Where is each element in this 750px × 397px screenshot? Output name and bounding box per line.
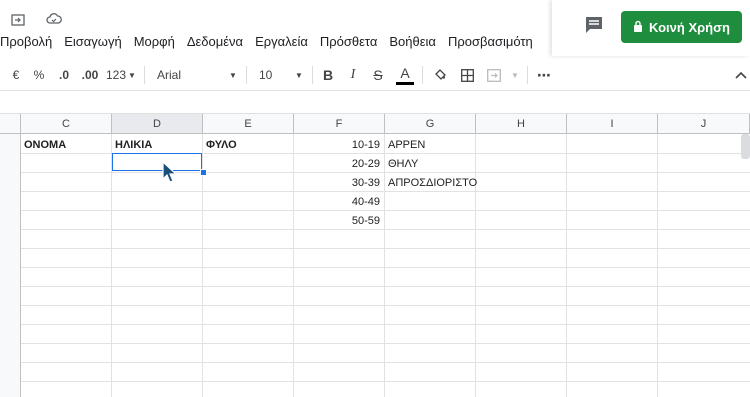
mouse-cursor-icon <box>162 160 178 188</box>
share-label: Κοινή Χρήση <box>649 19 730 35</box>
cloud-status-icon[interactable] <box>44 10 64 28</box>
text-color-bar <box>396 82 414 85</box>
menu-tools[interactable]: Εργαλεία <box>255 34 308 52</box>
share-button[interactable]: Κοινή Χρήση <box>621 11 742 43</box>
cell-gender[interactable]: ΑΡΡΕΝ <box>388 135 425 154</box>
cell-age-range[interactable]: 40-49 <box>294 192 380 211</box>
chevron-down-icon[interactable]: ▼ <box>228 71 238 80</box>
toolbar: € % .0 .00 123 ▼ Arial ▼ 10 ▼ B I S A ▼ … <box>0 60 750 91</box>
fill-color-icon[interactable] <box>432 68 448 82</box>
row-header-strip[interactable] <box>0 114 21 397</box>
menu-format[interactable]: Μορφή <box>134 34 175 52</box>
decrease-decimal-button[interactable]: .0 <box>57 68 71 82</box>
percent-format-button[interactable]: % <box>33 68 45 82</box>
menu-view[interactable]: Προβολή <box>0 34 52 52</box>
grid-line <box>384 134 385 397</box>
chevron-down-icon[interactable]: ▼ <box>127 71 137 80</box>
selected-cell-d2[interactable] <box>112 153 202 171</box>
chevron-down-icon[interactable]: ▼ <box>294 71 304 80</box>
menu-bar: Προβολή Εισαγωγή Μορφή Δεδομένα Εργαλεία… <box>0 34 545 52</box>
grid-line <box>21 381 750 382</box>
menu-help[interactable]: Βοήθεια <box>389 34 436 52</box>
grid-line <box>21 286 750 287</box>
grid-line <box>566 134 567 397</box>
increase-decimal-button[interactable]: .00 <box>80 68 100 82</box>
share-panel: Κοινή Χρήση <box>552 0 750 56</box>
grid-line <box>21 362 750 363</box>
toolbar-divider <box>527 66 528 84</box>
menu-accessibility[interactable]: Προσβασιμότη <box>448 34 533 52</box>
grid-line <box>657 134 658 397</box>
column-header-c[interactable]: C <box>21 114 112 134</box>
cell-e1-gender-header[interactable]: ΦΥΛΟ <box>206 135 237 154</box>
grid-line <box>21 343 750 344</box>
menu-addons[interactable]: Πρόσθετα <box>320 34 378 52</box>
cell-gender[interactable]: ΑΠΡΟΣΔΙΟΡΙΣΤΟ <box>388 173 477 192</box>
font-family-select[interactable]: Arial <box>157 68 187 82</box>
comments-icon[interactable] <box>583 14 605 36</box>
grid-line <box>21 305 750 306</box>
column-header-h[interactable]: H <box>476 114 567 134</box>
cell-age-range[interactable]: 10-19 <box>294 135 380 154</box>
column-header-d[interactable]: D <box>112 114 203 134</box>
lock-icon <box>633 20 643 35</box>
menu-data[interactable]: Δεδομένα <box>187 34 243 52</box>
grid-line <box>21 324 750 325</box>
grid-line <box>21 191 750 192</box>
text-color-button[interactable]: A <box>396 65 414 85</box>
text-color-label: A <box>400 65 410 81</box>
grid-line <box>111 134 112 397</box>
toolbar-divider <box>422 66 423 84</box>
vertical-scrollbar[interactable] <box>741 134 750 159</box>
grid-line <box>21 267 750 268</box>
move-to-folder-icon[interactable] <box>8 10 28 28</box>
column-header-g[interactable]: G <box>385 114 476 134</box>
spreadsheet-grid[interactable]: C D E F G H I J ΟΝΟΜΑ ΗΛΙΚΙΑ ΦΥΛΟ 10-19 … <box>0 114 750 397</box>
menu-insert[interactable]: Εισαγωγή <box>64 34 121 52</box>
more-options-button[interactable]: ⋯ <box>536 67 552 84</box>
toolbar-divider <box>312 66 313 84</box>
borders-icon[interactable] <box>459 68 475 82</box>
chevron-down-icon[interactable]: ▼ <box>510 71 520 80</box>
top-bar: Προβολή Εισαγωγή Μορφή Δεδομένα Εργαλεία… <box>0 0 750 56</box>
grid-line <box>21 210 750 211</box>
cell-gender[interactable]: ΘΗΛΥ <box>388 154 418 173</box>
grid-line <box>21 172 750 173</box>
italic-button[interactable]: I <box>346 67 360 83</box>
formula-bar[interactable] <box>0 91 750 114</box>
column-header-f[interactable]: F <box>294 114 385 134</box>
strikethrough-button[interactable]: S <box>371 67 385 83</box>
column-header-i[interactable]: I <box>567 114 658 134</box>
fill-handle[interactable] <box>200 169 207 176</box>
column-header-e[interactable]: E <box>203 114 294 134</box>
grid-line <box>21 248 750 249</box>
toolbar-divider <box>144 66 145 84</box>
cell-age-range[interactable]: 20-29 <box>294 154 380 173</box>
cell-c1-name-header[interactable]: ΟΝΟΜΑ <box>24 135 66 154</box>
more-formats-button[interactable]: 123 <box>106 68 126 82</box>
currency-format-button[interactable]: € <box>10 68 22 82</box>
cell-age-range[interactable]: 50-59 <box>294 211 380 230</box>
corner-header[interactable] <box>0 114 21 134</box>
column-header-j[interactable]: J <box>658 114 750 134</box>
font-size-select[interactable]: 10 <box>259 68 279 82</box>
bold-button[interactable]: B <box>321 67 335 83</box>
cell-age-range[interactable]: 30-39 <box>294 173 380 192</box>
merge-cells-icon[interactable] <box>486 68 502 82</box>
grid-line <box>21 229 750 230</box>
cell-d1-age-header[interactable]: ΗΛΙΚΙΑ <box>115 135 152 154</box>
collapse-toolbar-icon[interactable] <box>734 71 748 79</box>
toolbar-divider <box>246 66 247 84</box>
